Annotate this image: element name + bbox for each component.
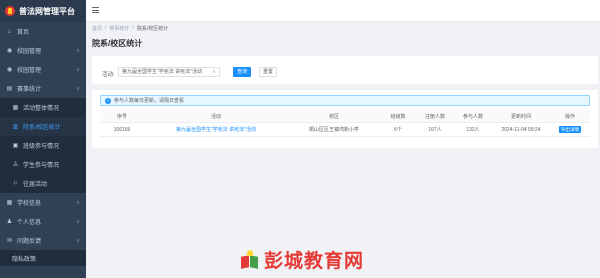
row-registered: 167人 — [428, 127, 442, 133]
sidebar-item-label: 赛事统计 — [17, 87, 42, 93]
sidebar-subitem-label: 班级参与情况 — [23, 144, 60, 150]
info-icon: ! — [105, 97, 111, 104]
sidebar-item-label: 问题反馈 — [17, 239, 42, 245]
feedback-icon: ✉ — [6, 238, 13, 244]
chart-icon: ▥ — [12, 124, 19, 130]
sidebar-subitem-student[interactable]: ♙ 学生参与情况 — [0, 155, 86, 174]
watermark: 彭城教育网 — [240, 246, 364, 273]
row-updated: 2024-11-04 09:24 — [501, 126, 541, 133]
row-id: 106169 — [113, 126, 131, 133]
row-activity-link[interactable]: 第九届全国学生"学宪法 讲宪法"活动 — [144, 126, 288, 133]
row-classes: 6个 — [394, 127, 402, 133]
chevron-down-icon: ∨ — [76, 199, 80, 206]
column-header: 注册人数 — [424, 113, 445, 120]
breadcrumb-stats[interactable]: 赛事统计 — [109, 25, 129, 32]
notice-text: 参与人数每日更新，请隔日查看 — [114, 98, 185, 104]
user-icon: ♟ — [6, 219, 13, 225]
breadcrumb-separator: / — [105, 25, 107, 31]
sidebar-subitem-overall[interactable]: ▦ 活动整体情况 — [0, 98, 86, 117]
chevron-up-icon: ∧ — [76, 237, 80, 244]
row-campus: 桐山区区王镇湾新小学 — [308, 127, 359, 133]
update-notice: ! 参与人数每日更新，请隔日查看 — [100, 95, 590, 106]
row-participants: 132人 — [466, 127, 480, 133]
column-header: 更新时间 — [510, 113, 531, 120]
sidebar-item-label: 校园管理 — [17, 68, 42, 74]
sidebar-item-school-info[interactable]: ▦ 学校信息 ∨ — [0, 193, 86, 212]
filter-panel: 活动: 第九届全国学生"学宪法 讲宪法"活动 ∨ 查询 重置 — [92, 56, 598, 84]
sidebar-menu: ⌂ 首页 ◉ 校园管理 ∨ ◉ 校园管理 ∨ ▤ 赛事统计 ∧ ▦ 活动整体情况… — [0, 22, 86, 266]
column-header: 操作 — [564, 113, 575, 120]
sidebar: 普法网管理平台 ⌂ 首页 ◉ 校园管理 ∨ ◉ 校园管理 ∨ ▤ 赛事统计 ∧ … — [0, 0, 86, 278]
sidebar-item-feedback[interactable]: ✉ 问题反馈 ∧ — [0, 231, 86, 250]
stats-icon: ▤ — [6, 86, 13, 92]
column-header: 校区 — [328, 113, 339, 120]
menu-toggle-icon[interactable] — [92, 7, 99, 13]
column-header: 参与人数 — [462, 113, 483, 120]
sidebar-subitem-class[interactable]: ▣ 班级参与情况 — [0, 136, 86, 155]
column-header: 活动 — [210, 113, 221, 120]
breadcrumb: 首页 / 赛事统计 / 院系/校区统计 — [92, 25, 168, 32]
class-icon: ▣ — [12, 143, 19, 149]
breadcrumb-separator: / — [132, 25, 134, 31]
student-icon: ♙ — [12, 162, 19, 168]
book-logo-icon — [240, 249, 260, 270]
stats-table-panel: ! 参与人数每日更新，请隔日查看 序号 活动 校区 班级数 注册人数 参与人数 … — [92, 90, 598, 148]
chevron-up-icon: ∧ — [76, 85, 80, 92]
sidebar-subitem-history[interactable]: ⚐ 往届活动 — [0, 174, 86, 193]
school-info-icon: ▦ — [6, 200, 13, 206]
activity-select[interactable]: 第九届全国学生"学宪法 讲宪法"活动 ∨ — [118, 67, 220, 77]
sidebar-subitem-privacy[interactable]: 隐私政策 — [0, 250, 86, 266]
query-button[interactable]: 查询 — [233, 67, 251, 77]
sidebar-item-label: 个人信息 — [17, 220, 42, 226]
stats-submenu: ▦ 活动整体情况 ▥ 院系/校区统计 ▣ 班级参与情况 ♙ 学生参与情况 ⚐ 往… — [0, 98, 86, 193]
app-logo: 普法网管理平台 — [0, 0, 86, 22]
chevron-down-icon: ∨ — [76, 66, 80, 73]
stats-table: 序号 活动 校区 班级数 注册人数 参与人数 更新时间 操作 106169 第九… — [100, 110, 590, 137]
chevron-down-icon: ∨ — [76, 218, 80, 225]
sidebar-subitem-label: 学生参与情况 — [23, 163, 60, 169]
sidebar-item-label: 校园管理 — [17, 49, 42, 55]
sidebar-subitem-label: 活动整体情况 — [23, 106, 60, 112]
sidebar-subitem-label: 隐私政策 — [12, 256, 37, 263]
reset-button[interactable]: 重置 — [259, 67, 277, 77]
export-details-button[interactable]: 导出详情 — [559, 126, 581, 133]
sidebar-item-stats[interactable]: ▤ 赛事统计 ∧ — [0, 79, 86, 98]
sidebar-item-personal-info[interactable]: ♟ 个人信息 ∨ — [0, 212, 86, 231]
overview-icon: ▦ — [12, 105, 19, 111]
school-icon: ◉ — [6, 48, 13, 54]
row-action-cell: 导出详情 — [550, 126, 590, 133]
breadcrumb-current: 院系/校区统计 — [136, 26, 169, 32]
page-title: 院系/校区统计 — [92, 39, 143, 48]
logo-icon — [5, 6, 15, 16]
sidebar-subitem-campus-stats[interactable]: ▥ 院系/校区统计 — [0, 117, 86, 136]
sidebar-subitem-label: 往届活动 — [23, 182, 48, 188]
school-icon: ◉ — [6, 67, 13, 73]
table-header-row: 序号 活动 校区 班级数 注册人数 参与人数 更新时间 操作 — [100, 110, 590, 123]
sidebar-item-label: 学校信息 — [17, 201, 42, 207]
chevron-down-icon: ∨ — [212, 69, 216, 75]
sidebar-item-campus-2[interactable]: ◉ 校园管理 ∨ — [0, 60, 86, 79]
home-icon: ⌂ — [7, 28, 12, 35]
activity-select-value: 第九届全国学生"学宪法 讲宪法"活动 — [122, 69, 202, 75]
top-header — [86, 0, 600, 22]
flag-icon: ⚐ — [12, 181, 19, 187]
table-row: 106169 第九届全国学生"学宪法 讲宪法"活动 桐山区区王镇湾新小学 6个 … — [100, 123, 590, 137]
sidebar-item-home[interactable]: ⌂ 首页 — [0, 22, 86, 41]
app-title: 普法网管理平台 — [19, 6, 75, 16]
chevron-down-icon: ∨ — [76, 47, 80, 54]
sidebar-item-campus-1[interactable]: ◉ 校园管理 ∨ — [0, 41, 86, 60]
column-header: 班级数 — [390, 113, 406, 120]
activity-filter-label: 活动: — [102, 72, 115, 78]
sidebar-item-label: 首页 — [17, 30, 30, 36]
column-header: 序号 — [116, 113, 127, 120]
breadcrumb-home[interactable]: 首页 — [92, 25, 102, 32]
watermark-text: 彭城教育网 — [264, 250, 365, 272]
sidebar-subitem-label: 院系/校区统计 — [23, 125, 61, 131]
